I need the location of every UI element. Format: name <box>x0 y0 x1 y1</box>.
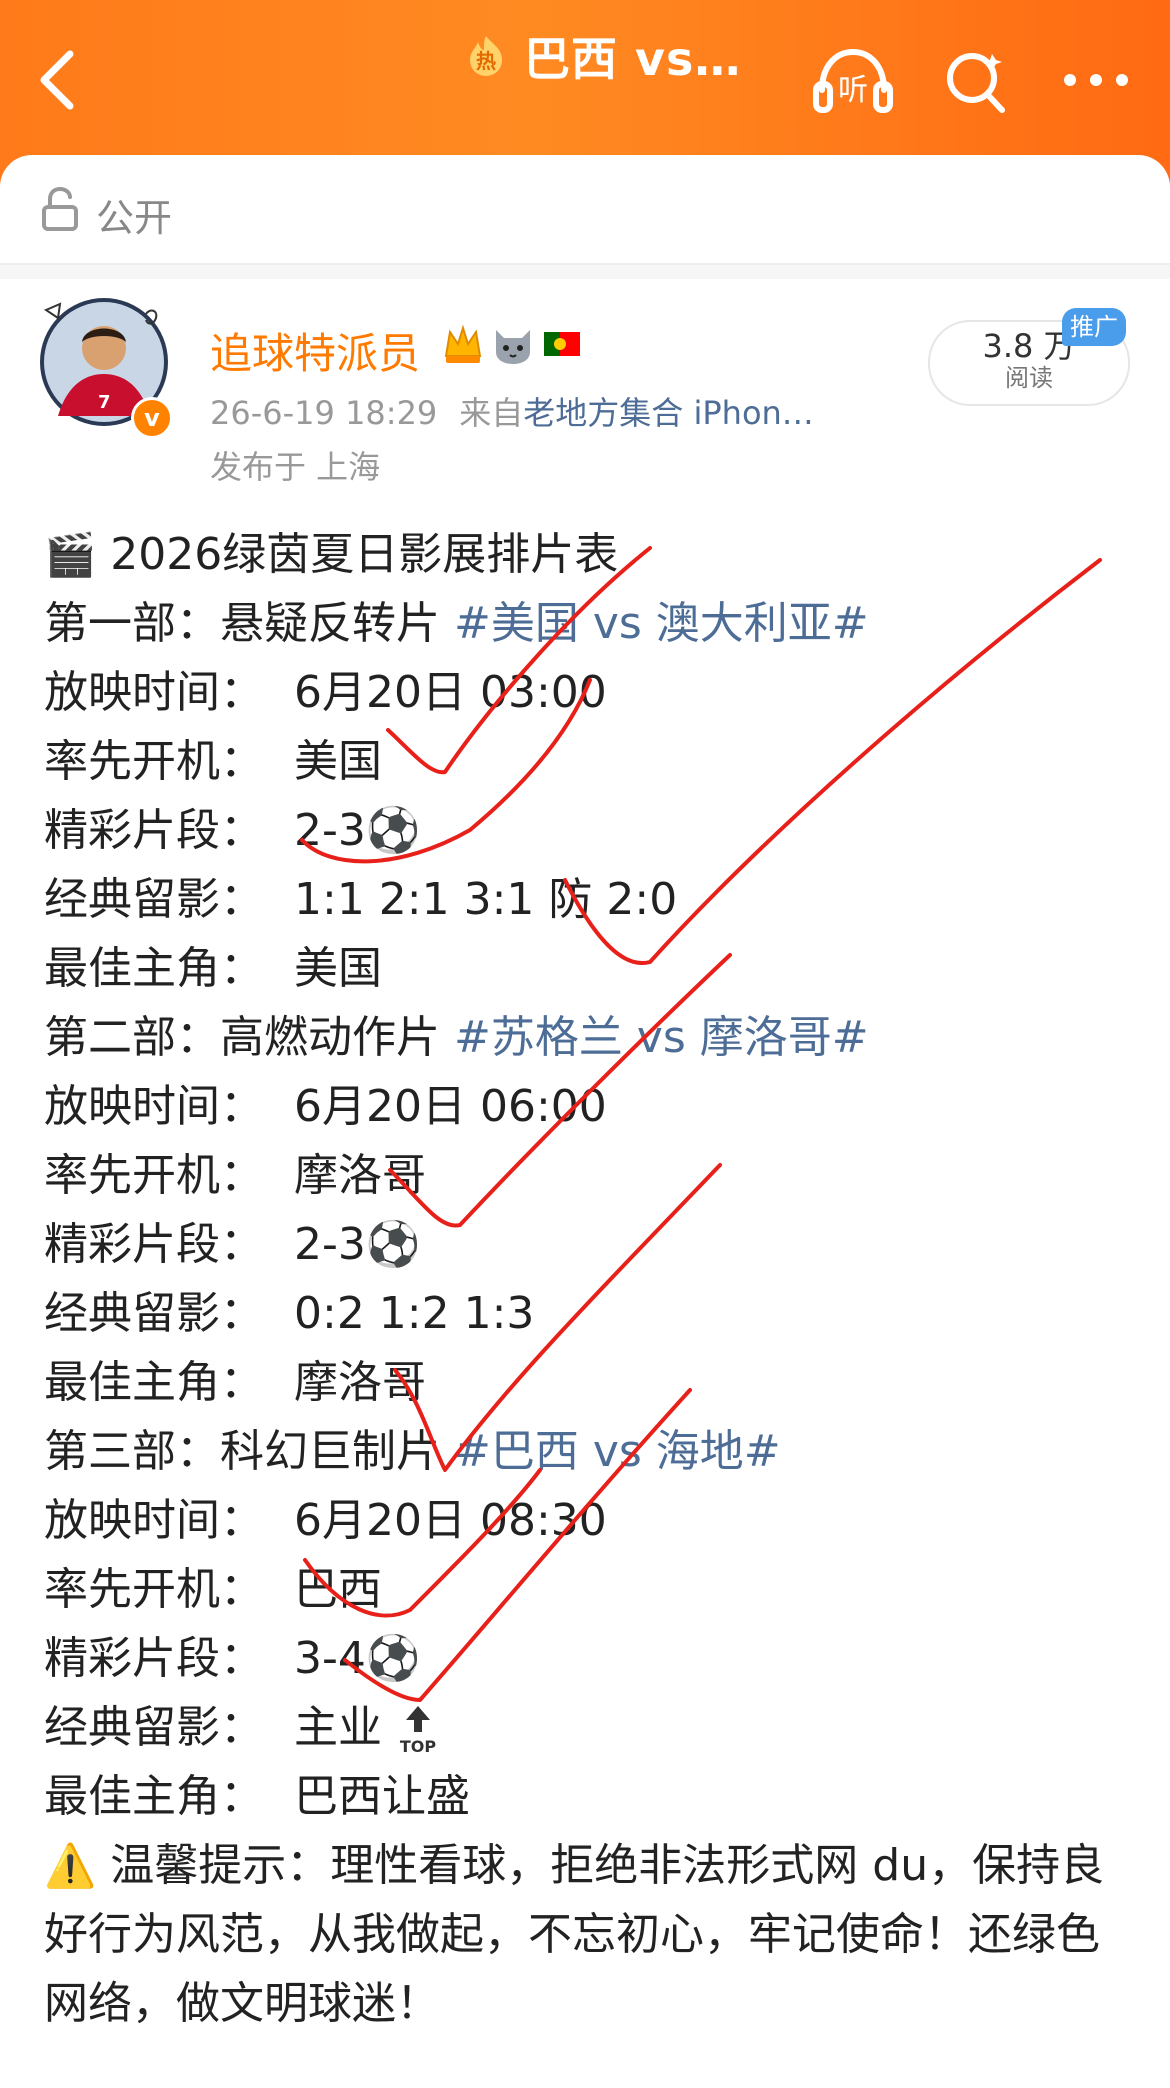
section-header: 第二部：高燃动作片 #苏格兰 vs 摩洛哥# <box>44 1003 1134 1072</box>
cat-emoji-icon <box>496 330 530 364</box>
schedule-row: 放映时间： 6月20日 08:30 <box>44 1486 1134 1555</box>
row-value: 3-4⚽ <box>294 1633 421 1684</box>
row-label: 最佳主角： <box>44 1357 264 1408</box>
row-label: 率先开机： <box>44 1564 264 1615</box>
schedule-row: 最佳主角： 巴西让盛 <box>44 1762 1134 1831</box>
row-label: 经典留影： <box>44 1702 264 1753</box>
crown-vip-icon <box>444 324 482 363</box>
schedule-row: 最佳主角： 摩洛哥 <box>44 1348 1134 1417</box>
page-title: 热 巴西 vs… <box>462 26 741 86</box>
post-location: 发布于 上海 <box>210 448 381 486</box>
schedule-row: 放映时间： 6月20日 06:00 <box>44 1072 1134 1141</box>
row-value: 主业 <box>294 1702 382 1753</box>
post-time: 26-6-19 18:29 <box>210 394 438 432</box>
author-name[interactable]: 追球特派员 <box>210 320 420 381</box>
divider <box>0 265 1170 279</box>
section-title: 第二部：高燃动作片 <box>44 1012 440 1063</box>
content-title: 🎬 2026绿茵夏日影展排片表 <box>44 520 1134 589</box>
row-label: 放映时间： <box>44 1081 264 1132</box>
warning-icon: ⚠️ <box>44 1841 97 1890</box>
row-value: 2-3⚽ <box>294 805 421 856</box>
section-header: 第一部：悬疑反转片 #美国 vs 澳大利亚# <box>44 589 1134 658</box>
row-label: 率先开机： <box>44 1150 264 1201</box>
row-label: 最佳主角： <box>44 1771 264 1822</box>
post-meta: 26-6-19 18:29 来自老地方集合 iPhon… <box>210 388 814 434</box>
row-value: 巴西让盛 <box>294 1771 470 1822</box>
visibility-row[interactable]: 公开 <box>0 155 1170 265</box>
schedule-row: 精彩片段： 2-3⚽ <box>44 796 1134 865</box>
promo-tag[interactable]: 推广 <box>1062 308 1126 346</box>
content-title-text: 2026绿茵夏日影展排片表 <box>110 529 619 580</box>
section-title: 第三部：科幻巨制片 <box>44 1426 440 1477</box>
visibility-label: 公开 <box>96 196 173 240</box>
schedule-row: 经典留影： 0:2 1:2 1:3 <box>44 1279 1134 1348</box>
listen-label: 听 <box>838 73 868 108</box>
hot-badge-icon: 热 <box>470 36 502 76</box>
schedule-row: 率先开机： 巴西 <box>44 1555 1134 1624</box>
schedule-row: 率先开机： 摩洛哥 <box>44 1141 1134 1210</box>
search-icon[interactable] <box>940 40 1010 120</box>
section-header: 第三部：科幻巨制片 #巴西 vs 海地# <box>44 1417 1134 1486</box>
row-label: 最佳主角： <box>44 943 264 994</box>
schedule-row: 经典留影： 主业 TOP <box>44 1693 1134 1762</box>
author-badges <box>442 322 582 366</box>
post-source[interactable]: 老地方集合 iPhon… <box>523 394 814 432</box>
row-label: 放映时间： <box>44 667 264 718</box>
row-value: 2-3⚽ <box>294 1219 421 1270</box>
reads-label: 阅读 <box>1005 364 1053 392</box>
row-value: 6月20日 03:00 <box>294 667 607 718</box>
row-value: 摩洛哥 <box>294 1357 426 1408</box>
row-value: 美国 <box>294 943 382 994</box>
row-label: 率先开机： <box>44 736 264 787</box>
row-value: 0:2 1:2 1:3 <box>294 1288 535 1339</box>
headphones-icon[interactable]: 听 <box>810 40 896 120</box>
title-text: 巴西 vs… <box>524 32 742 86</box>
schedule-row: 经典留影： 1:1 2:1 3:1 防 2:0 <box>44 865 1134 934</box>
row-label: 放映时间： <box>44 1495 264 1546</box>
row-label: 精彩片段： <box>44 805 264 856</box>
hot-badge-text: 热 <box>476 49 496 73</box>
more-icon[interactable] <box>1058 50 1134 110</box>
row-value: 1:1 2:1 3:1 防 2:0 <box>294 874 678 925</box>
row-value: 巴西 <box>294 1564 382 1615</box>
unlock-icon <box>42 186 78 231</box>
schedule-row: 率先开机： 美国 <box>44 727 1134 796</box>
row-value: 摩洛哥 <box>294 1150 426 1201</box>
svg-text:7: 7 <box>98 392 111 413</box>
schedule-row: 放映时间： 6月20日 03:00 <box>44 658 1134 727</box>
schedule-row: 精彩片段： 3-4⚽ <box>44 1624 1134 1693</box>
top-arrow-icon: TOP <box>400 1706 437 1756</box>
schedule-row: 最佳主角： 美国 <box>44 934 1134 1003</box>
source-prefix: 来自 <box>459 394 524 432</box>
row-label: 精彩片段： <box>44 1633 264 1684</box>
reminder-text: 温馨提示：理性看球，拒绝非法形式网 du，保持良好行为风范，从我做起，不忘初心，… <box>44 1840 1105 2029</box>
row-label: 经典留影： <box>44 874 264 925</box>
row-value: 美国 <box>294 736 382 787</box>
row-label: 经典留影： <box>44 1288 264 1339</box>
post-content: 🎬 2026绿茵夏日影展排片表 第一部：悬疑反转片 #美国 vs 澳大利亚# 放… <box>44 520 1134 2038</box>
row-label: 精彩片段： <box>44 1219 264 1270</box>
hashtag-link[interactable]: #巴西 vs 海地# <box>454 1426 781 1477</box>
hashtag-link[interactable]: #美国 vs 澳大利亚# <box>454 598 869 649</box>
verified-badge: v <box>131 397 173 439</box>
clapperboard-icon: 🎬 <box>44 530 97 579</box>
row-value: 6月20日 06:00 <box>294 1081 607 1132</box>
row-value: 6月20日 08:30 <box>294 1495 607 1546</box>
chevron-left-icon[interactable] <box>30 40 90 120</box>
hashtag-link[interactable]: #苏格兰 vs 摩洛哥# <box>454 1012 869 1063</box>
top-icon-label: TOP <box>400 1737 437 1756</box>
section-title: 第一部：悬疑反转片 <box>44 598 440 649</box>
portugal-flag-icon <box>544 332 580 356</box>
schedule-row: 精彩片段： 2-3⚽ <box>44 1210 1134 1279</box>
reminder-note: ⚠️ 温馨提示：理性看球，拒绝非法形式网 du，保持良好行为风范，从我做起，不忘… <box>44 1831 1134 2038</box>
